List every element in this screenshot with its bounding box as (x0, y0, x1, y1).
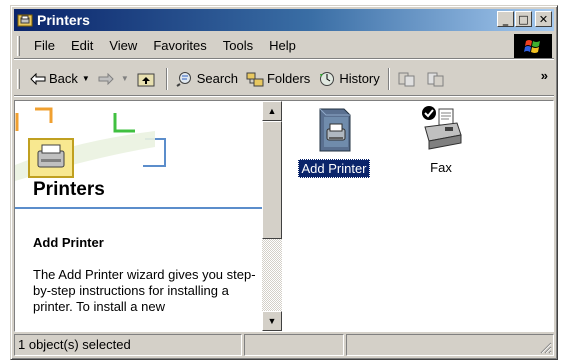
folder-printer-icon (17, 12, 33, 28)
title-bar[interactable]: Printers _ □ ✕ (14, 9, 554, 31)
scroll-down-icon: ▼ (267, 316, 277, 326)
window-title: Printers (37, 12, 90, 28)
windows-logo-icon (514, 34, 552, 58)
fax-printer-icon (422, 106, 462, 150)
pane-heading: Printers (33, 179, 105, 200)
info-title: Add Printer (33, 235, 104, 250)
move-to-icon (398, 72, 415, 86)
toolbar-grip[interactable] (17, 68, 20, 89)
close-icon: ✕ (538, 12, 549, 26)
up-folder-button[interactable] (133, 67, 162, 91)
history-button[interactable]: History (314, 67, 383, 91)
menu-view[interactable]: View (101, 38, 145, 53)
menu-file[interactable]: File (26, 38, 63, 53)
web-view-pane: Printers Add Printer The Add Printer wiz… (15, 101, 262, 331)
history-icon (320, 71, 335, 86)
menu-tools[interactable]: Tools (215, 38, 261, 53)
up-folder-icon (137, 73, 155, 86)
standard-toolbar: Back ▼ ▼ Search Folders History » (14, 62, 554, 96)
menu-help[interactable]: Help (261, 38, 304, 53)
scroll-up-icon: ▲ (267, 106, 277, 116)
folder-view: Printers Add Printer The Add Printer wiz… (14, 100, 554, 332)
file-item-fax[interactable]: Fax (401, 105, 481, 176)
toolbar-separator (165, 67, 168, 90)
scroll-up-button[interactable]: ▲ (262, 101, 282, 121)
file-label: Fax (430, 160, 452, 175)
back-arrow-icon (30, 72, 46, 85)
minimize-icon: _ (502, 12, 509, 26)
forward-button[interactable]: ▼ (94, 67, 133, 91)
menubar-grip[interactable] (17, 35, 20, 56)
maximize-icon: □ (518, 12, 529, 26)
status-panel-3 (346, 334, 554, 356)
toolbar-overflow-icon[interactable]: » (541, 68, 548, 83)
close-button[interactable]: ✕ (535, 11, 552, 27)
toolbar-separator (387, 67, 390, 90)
back-button[interactable]: Back ▼ (26, 67, 94, 91)
copy-to-icon (427, 72, 444, 86)
heading-rule (15, 207, 262, 209)
scroll-thumb[interactable] (262, 121, 282, 239)
info-description: The Add Printer wizard gives you step-by… (33, 267, 256, 314)
status-bar: 1 object(s) selected (14, 334, 554, 356)
move-to-button[interactable] (394, 67, 423, 91)
printers-banner-graphic (15, 107, 166, 181)
search-icon (176, 71, 191, 87)
menu-favorites[interactable]: Favorites (145, 38, 214, 53)
minimize-button[interactable]: _ (497, 11, 514, 27)
copy-to-button[interactable] (423, 67, 452, 91)
forward-arrow-icon (98, 72, 114, 85)
back-label: Back (49, 71, 78, 86)
folders-button[interactable]: Folders (242, 67, 314, 91)
history-label: History (339, 71, 380, 86)
file-list: Add Printer Fax (282, 101, 553, 331)
back-dropdown-icon[interactable]: ▼ (82, 74, 90, 83)
resize-grip-icon[interactable] (540, 342, 552, 354)
menu-bar: File Edit View Favorites Tools Help (14, 33, 554, 59)
menu-edit[interactable]: Edit (63, 38, 101, 53)
status-text: 1 object(s) selected (14, 334, 242, 356)
printers-window: Printers _ □ ✕ File Edit View Favorites … (10, 5, 558, 360)
add-printer-icon (319, 108, 351, 152)
file-label: Add Printer (298, 159, 370, 178)
status-panel-2 (244, 334, 344, 356)
scroll-down-button[interactable]: ▼ (262, 311, 282, 331)
maximize-button[interactable]: □ (515, 11, 532, 27)
search-button[interactable]: Search (172, 67, 242, 91)
folders-label: Folders (266, 71, 311, 86)
search-label: Search (196, 71, 238, 86)
file-item-add-printer[interactable]: Add Printer (294, 107, 374, 178)
left-pane-scrollbar[interactable]: ▲ ▼ (262, 101, 282, 331)
forward-dropdown-icon[interactable]: ▼ (121, 74, 129, 83)
folders-icon (246, 72, 264, 86)
